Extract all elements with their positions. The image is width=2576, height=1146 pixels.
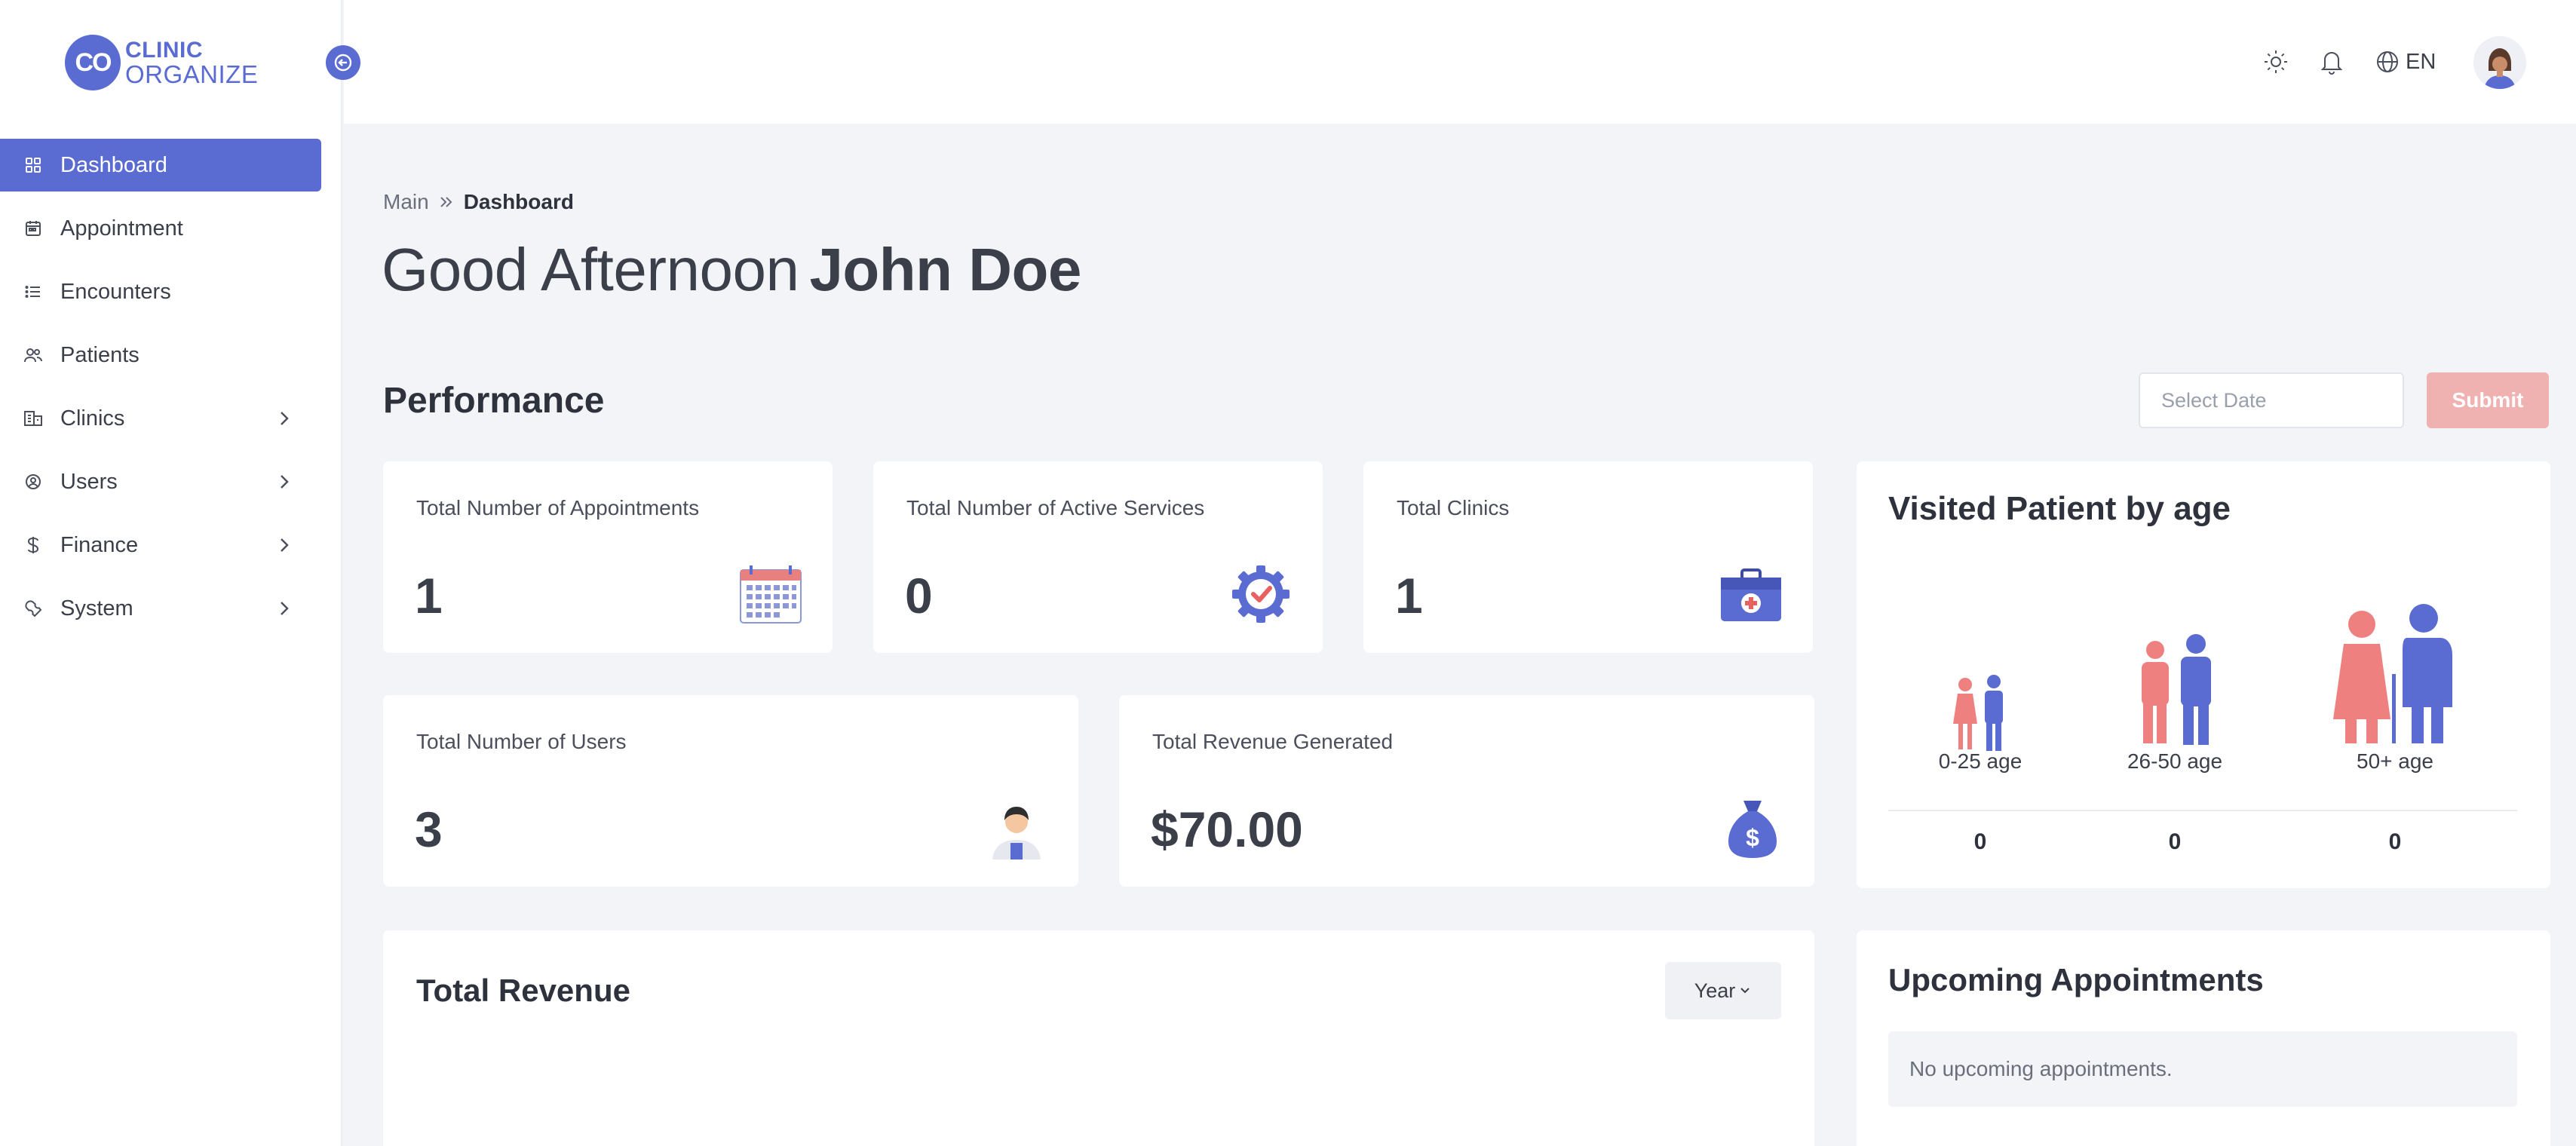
breadcrumb-root[interactable]: Main	[383, 190, 429, 214]
visited-patient-by-age-card: Visited Patient by age 0-25 age 0 26-50 …	[1857, 461, 2550, 888]
language-label: EN	[2406, 49, 2436, 74]
chevron-right-icon	[281, 602, 289, 615]
stat-label: Total Number of Appointments	[416, 496, 700, 519]
sidebar-item-label: Dashboard	[60, 152, 167, 177]
performance-title: Performance	[383, 381, 605, 421]
stat-value: $70.00	[1151, 801, 1303, 857]
children-icon	[1953, 675, 2003, 751]
sidebar: CO CLINIC ORGANIZE Dashboard Appointment…	[0, 0, 342, 1146]
empty-state-message: No upcoming appointments.	[1888, 1031, 2517, 1107]
total-revenue-title: Total Revenue	[416, 973, 630, 1008]
sidebar-item-label: Patients	[60, 342, 140, 367]
doctor-icon	[992, 807, 1041, 860]
sidebar-item-finance[interactable]: Finance	[0, 519, 321, 571]
theme-toggle-button[interactable]	[2261, 47, 2291, 77]
chevron-right-icon	[281, 538, 289, 552]
sidebar-item-users[interactable]: Users	[0, 455, 321, 508]
adults-icon	[2142, 634, 2211, 745]
list-icon	[23, 281, 44, 302]
building-icon	[23, 408, 44, 429]
chevron-right-icon	[281, 475, 289, 489]
sidebar-item-appointment[interactable]: Appointment	[0, 202, 321, 255]
stat-label: Total Clinics	[1397, 496, 1510, 519]
logo-text: CLINIC ORGANIZE	[125, 37, 259, 88]
age-group-value: 0	[1973, 829, 1987, 854]
stat-value: 1	[1395, 568, 1423, 624]
sidebar-item-patients[interactable]: Patients	[0, 329, 321, 381]
stat-card-revenue: Total Revenue Generated $70.00 $	[1119, 695, 1814, 887]
greeting-user-name: John Doe	[809, 236, 1081, 303]
topbar	[344, 0, 2576, 124]
sidebar-item-label: System	[60, 596, 133, 620]
money-bag-icon: $	[1728, 801, 1777, 858]
sidebar-item-system[interactable]: System	[0, 582, 321, 635]
stat-card-active-services: Total Number of Active Services 0	[873, 461, 1323, 653]
dollar-icon	[23, 535, 44, 556]
logo-line-1: CLINIC	[125, 37, 203, 63]
calendar-icon	[740, 565, 802, 624]
globe-icon	[2377, 51, 2398, 72]
divider	[1888, 810, 2517, 811]
sidebar-item-label: Appointment	[60, 216, 183, 241]
age-group-value: 0	[2388, 829, 2402, 854]
age-group-label: 26-50 age	[2127, 749, 2223, 773]
breadcrumb-current: Dashboard	[463, 190, 574, 213]
language-selector[interactable]: EN	[2375, 47, 2436, 77]
svg-text:$: $	[1746, 824, 1759, 851]
gear-check-icon	[1232, 565, 1290, 623]
stat-value: 0	[905, 568, 933, 624]
stat-value: 3	[415, 801, 443, 857]
user-cog-icon	[23, 471, 44, 492]
period-dropdown[interactable]: Year	[1665, 962, 1781, 1019]
users-icon	[23, 345, 44, 366]
sidebar-item-encounters[interactable]: Encounters	[0, 265, 321, 318]
sidebar-item-label: Clinics	[60, 406, 125, 431]
stat-label: Total Revenue Generated	[1152, 730, 1394, 753]
upcoming-appointments-title: Upcoming Appointments	[1888, 962, 2264, 997]
clinic-organize-logo[interactable]: CO CLINIC ORGANIZE	[65, 35, 258, 90]
sidebar-item-label: Encounters	[60, 279, 171, 304]
stat-card-clinics: Total Clinics 1	[1363, 461, 1813, 653]
sidebar-item-label: Users	[60, 469, 118, 494]
double-chevron-right-icon	[438, 195, 455, 210]
total-revenue-card: Total Revenue Year	[383, 930, 1814, 1146]
greeting-heading: Good Afternoon John Doe	[382, 235, 1081, 305]
stat-card-users: Total Number of Users 3	[383, 695, 1078, 887]
chevron-right-icon	[281, 412, 289, 425]
sidebar-item-dashboard[interactable]: Dashboard	[0, 139, 321, 192]
age-group-label: 0-25 age	[1938, 749, 2022, 773]
elderly-icon	[2333, 604, 2452, 743]
sidebar-item-label: Finance	[60, 532, 139, 557]
greeting-prefix: Good Afternoon	[382, 236, 799, 303]
sun-icon	[2265, 51, 2287, 73]
bell-icon	[2320, 52, 2343, 75]
medical-kit-icon	[1721, 568, 1781, 621]
select-date-input[interactable]	[2139, 372, 2404, 428]
sidebar-collapse-button[interactable]	[326, 45, 360, 80]
calendar-icon	[23, 218, 44, 239]
stat-label: Total Number of Users	[416, 730, 627, 753]
period-label: Year	[1694, 979, 1736, 1002]
age-group-value: 0	[2168, 829, 2182, 854]
stat-card-appointments: Total Number of Appointments 1	[383, 461, 833, 653]
logo-mark: CO	[65, 35, 121, 90]
wrench-icon	[23, 598, 44, 619]
grid-icon	[23, 155, 44, 176]
upcoming-appointments-card: Upcoming Appointments No upcoming appoin…	[1857, 930, 2550, 1146]
arrow-left-icon	[334, 54, 352, 72]
submit-button[interactable]: Submit	[2427, 372, 2549, 428]
user-avatar[interactable]	[2473, 36, 2526, 89]
stat-value: 1	[415, 568, 443, 624]
age-card-title: Visited Patient by age	[1888, 490, 2231, 527]
logo-line-2: ORGANIZE	[125, 60, 259, 88]
age-group-label: 50+ age	[2357, 749, 2433, 773]
breadcrumb: Main Dashboard	[383, 190, 574, 214]
stat-label: Total Number of Active Services	[906, 496, 1205, 519]
chevron-down-icon	[1740, 988, 1750, 994]
notifications-button[interactable]	[2317, 47, 2347, 77]
sidebar-nav: Dashboard Appointment Encounters Patient…	[0, 139, 321, 645]
sidebar-item-clinics[interactable]: Clinics	[0, 392, 321, 445]
avatar-icon	[2473, 36, 2526, 89]
